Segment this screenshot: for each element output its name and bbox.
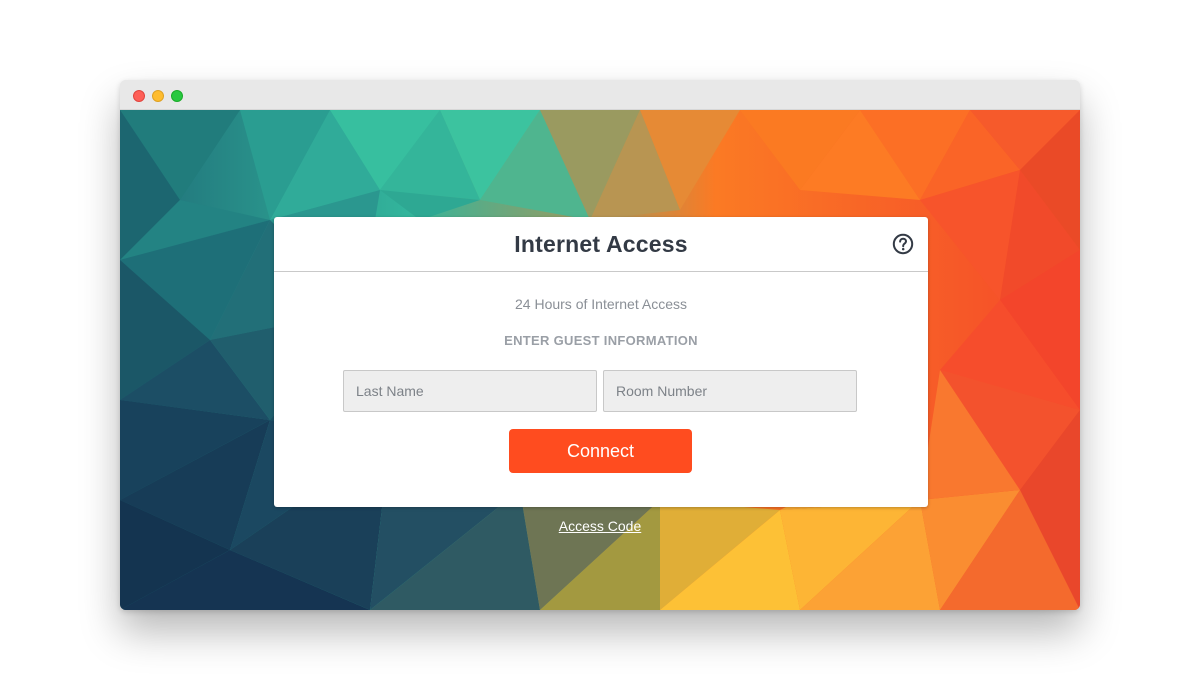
close-window-button[interactable] [133,90,145,102]
card-header: Internet Access [274,217,928,272]
guest-info-heading: ENTER GUEST INFORMATION [504,333,698,348]
minimize-window-button[interactable] [152,90,164,102]
access-duration-text: 24 Hours of Internet Access [515,296,687,312]
page-title: Internet Access [514,231,688,257]
last-name-input[interactable] [343,370,597,412]
login-card: Internet Access 24 Hours of Internet Acc… [274,217,928,507]
room-number-input[interactable] [603,370,857,412]
maximize-window-button[interactable] [171,90,183,102]
question-circle-icon[interactable] [892,233,914,255]
access-code-link[interactable]: Access Code [120,518,1080,534]
window-titlebar [120,80,1080,110]
connect-button[interactable]: Connect [509,429,692,473]
page-viewport: Internet Access 24 Hours of Internet Acc… [120,110,1080,610]
browser-window: Internet Access 24 Hours of Internet Acc… [120,80,1080,610]
